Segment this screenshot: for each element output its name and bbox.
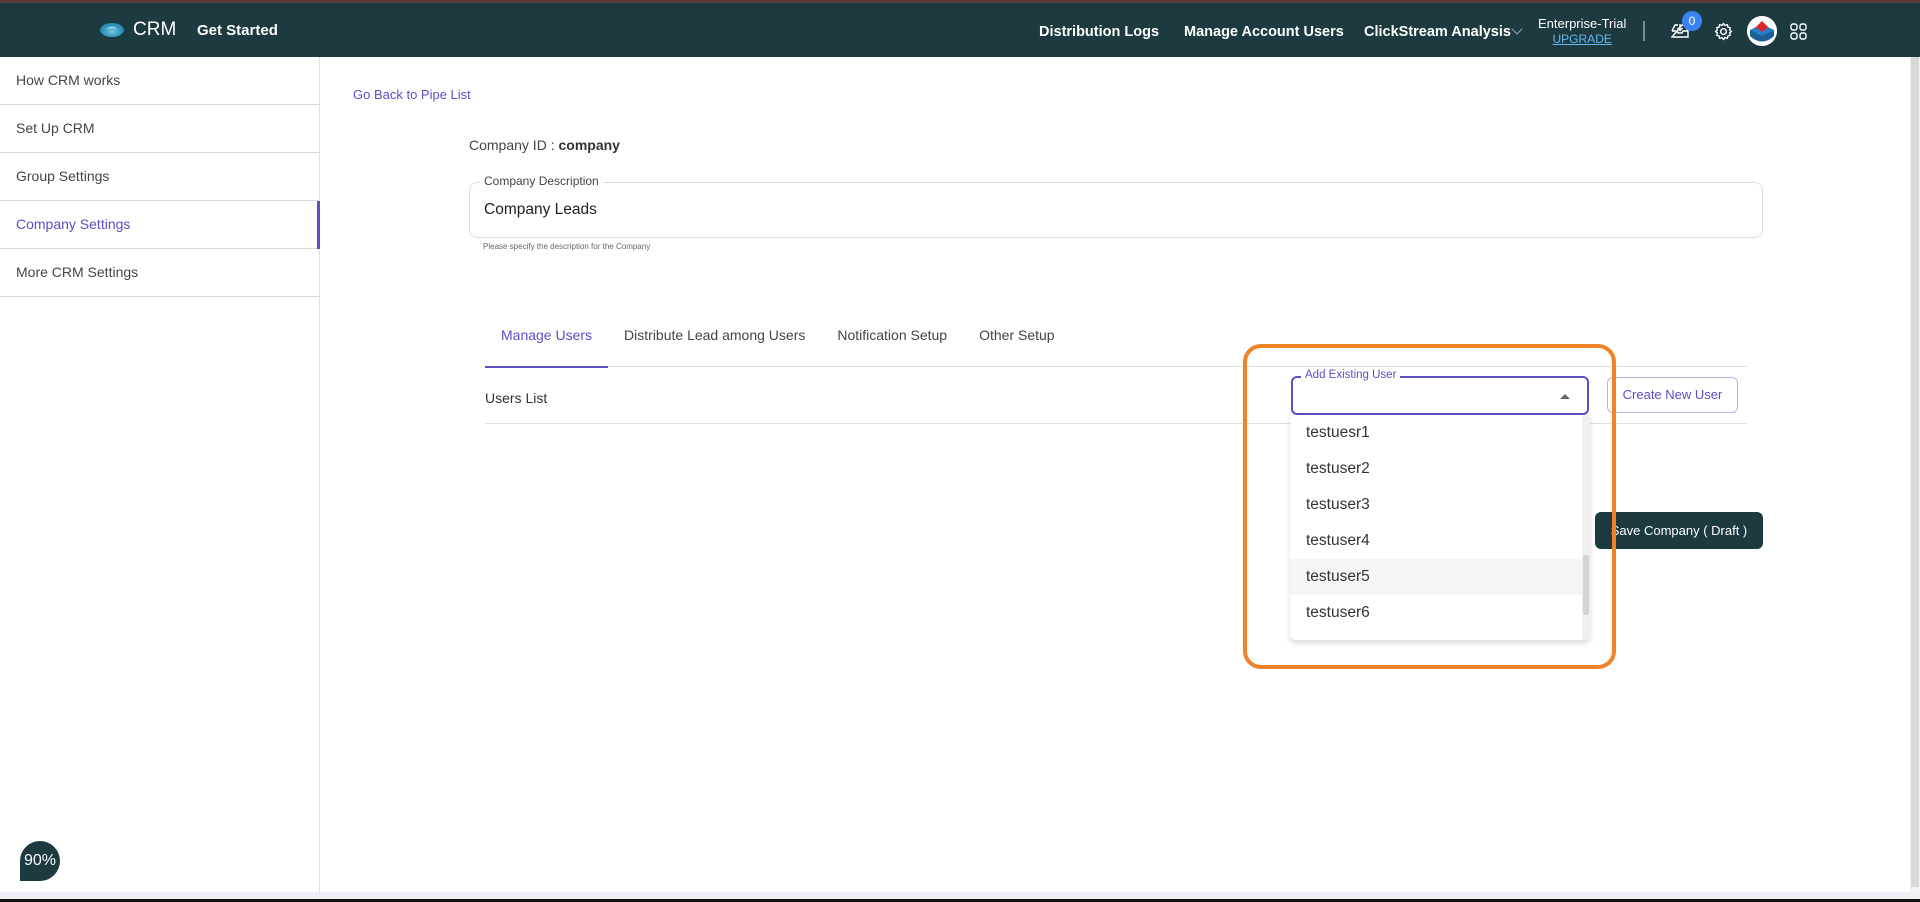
- nav-manage-account-users[interactable]: Manage Account Users: [1184, 24, 1344, 40]
- sidebar-item-group-settings[interactable]: Group Settings: [0, 153, 319, 201]
- plan-name: Enterprise-Trial: [1538, 16, 1627, 31]
- company-id-label: Company ID :: [469, 137, 559, 153]
- gear-icon[interactable]: [1714, 22, 1733, 41]
- user-option[interactable]: testuser6: [1290, 595, 1590, 631]
- page-scrollbar[interactable]: [1910, 57, 1920, 892]
- avatar-logo-icon: [1747, 16, 1777, 46]
- users-list-title: Users List: [485, 390, 548, 406]
- add-existing-user-select[interactable]: Add Existing User: [1291, 369, 1589, 415]
- page-scrollbar-thumb[interactable]: [1911, 57, 1919, 887]
- crm-logo-icon: [100, 23, 124, 37]
- create-new-user-button[interactable]: Create New User: [1607, 377, 1738, 413]
- zoom-level-badge[interactable]: 90%: [20, 841, 60, 881]
- company-id-value: company: [558, 137, 620, 153]
- sidebar-item-how-crm-works[interactable]: How CRM works: [0, 57, 319, 105]
- upgrade-link[interactable]: UPGRADE: [1538, 32, 1626, 46]
- settings-tabs: Manage Users Distribute Lead among Users…: [485, 319, 1747, 368]
- nav-distribution-logs[interactable]: Distribution Logs: [1039, 24, 1159, 40]
- company-description-help: Please specify the description for the C…: [483, 242, 651, 251]
- caret-up-icon[interactable]: [1560, 394, 1570, 399]
- get-started-link[interactable]: Get Started: [197, 22, 278, 39]
- notification-count-badge: 0: [1682, 11, 1702, 31]
- app-name: CRM: [133, 19, 177, 40]
- header-divider: [1643, 21, 1645, 41]
- chevron-down-icon[interactable]: [1511, 23, 1523, 35]
- dropdown-scrollbar[interactable]: [1582, 415, 1590, 640]
- sidebar-item-set-up-crm[interactable]: Set Up CRM: [0, 105, 319, 153]
- user-option[interactable]: testuser5: [1290, 559, 1590, 595]
- top-navbar: CRM Get Started Distribution Logs Manage…: [0, 3, 1920, 57]
- app-logo[interactable]: CRM: [100, 19, 176, 41]
- user-avatar[interactable]: [1747, 16, 1777, 46]
- apps-grid-icon[interactable]: [1790, 23, 1807, 40]
- user-option[interactable]: testuser2: [1290, 451, 1590, 487]
- user-option[interactable]: testuser3: [1290, 487, 1590, 523]
- user-options-dropdown: testuesr1 testuser2 testuser3 testuser4 …: [1290, 415, 1590, 640]
- company-settings-panel: Go Back to Pipe List Company ID : compan…: [320, 57, 1910, 892]
- sidebar-item-company-settings[interactable]: Company Settings: [0, 201, 320, 249]
- nav-clickstream-analysis[interactable]: ClickStream Analysis: [1364, 24, 1511, 40]
- settings-sidebar: How CRM works Set Up CRM Group Settings …: [0, 57, 320, 892]
- company-description-input[interactable]: Company Leads: [484, 201, 597, 219]
- add-existing-user-label: Add Existing User: [1301, 369, 1401, 381]
- plan-info: Enterprise-Trial UPGRADE: [1538, 16, 1626, 46]
- go-back-link[interactable]: Go Back to Pipe List: [353, 87, 471, 102]
- sidebar-item-more-crm-settings[interactable]: More CRM Settings: [0, 249, 319, 297]
- company-description-label: Company Description: [480, 174, 603, 188]
- company-description-field[interactable]: Company Description Company Leads: [469, 174, 1763, 238]
- tab-manage-users[interactable]: Manage Users: [485, 319, 609, 368]
- user-option[interactable]: testuser4: [1290, 523, 1590, 559]
- save-company-draft-button[interactable]: Save Company ( Draft ): [1595, 512, 1763, 549]
- tab-distribute-lead[interactable]: Distribute Lead among Users: [608, 319, 821, 367]
- tab-notification-setup[interactable]: Notification Setup: [821, 319, 963, 367]
- dropdown-scrollbar-thumb[interactable]: [1583, 555, 1589, 615]
- user-option[interactable]: testuesr1: [1290, 415, 1590, 451]
- tab-other-setup[interactable]: Other Setup: [963, 319, 1071, 367]
- company-id: Company ID : company: [469, 137, 620, 153]
